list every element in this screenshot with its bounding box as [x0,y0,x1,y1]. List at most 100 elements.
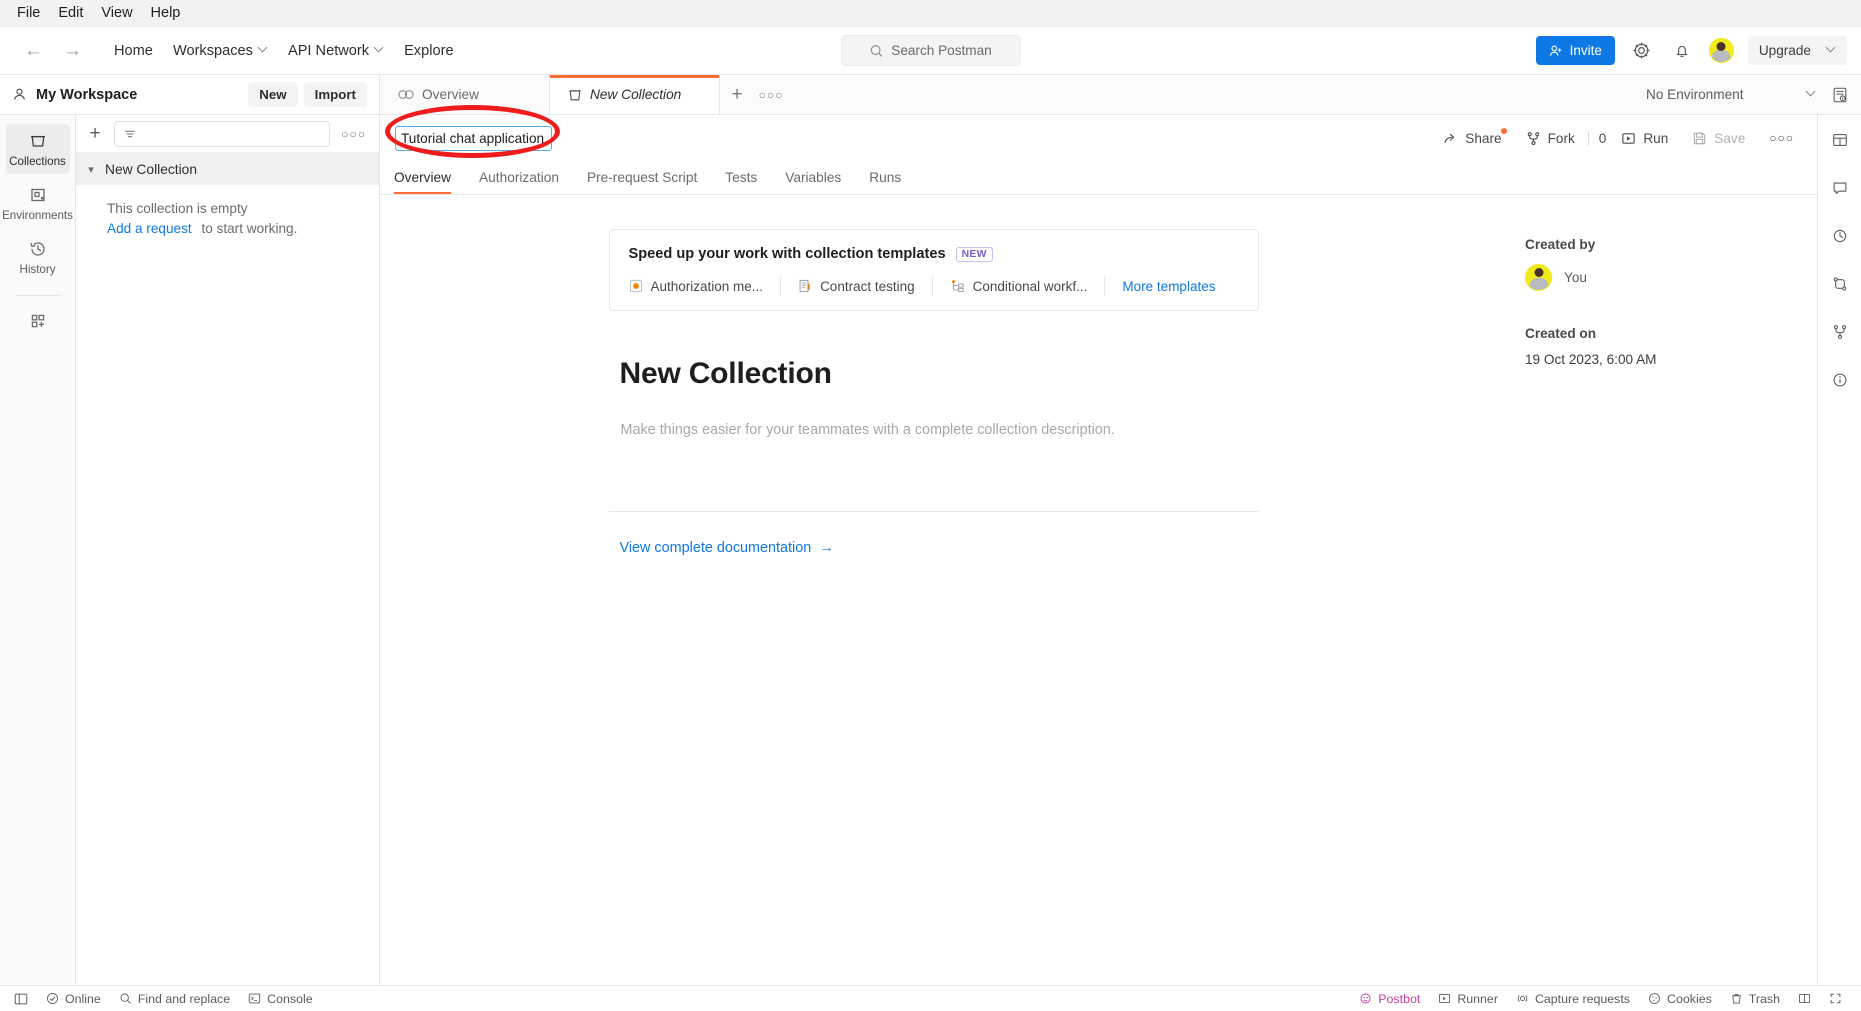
template-contract-testing[interactable]: Contract testing [781,276,933,296]
tab-new-collection[interactable]: New Collection [550,75,720,114]
comments-button[interactable] [1826,174,1854,202]
postbot-button[interactable]: Postbot [1355,992,1429,1006]
new-tab-button[interactable]: + [720,75,754,114]
tab-variables[interactable]: Variables [771,161,855,194]
console-button[interactable]: Console [239,992,321,1006]
sidebar-item-history-label: History [19,263,56,276]
tabs-more-button[interactable]: ○○○ [754,75,788,114]
environment-selected-label: No Environment [1646,87,1744,102]
workspace-header: My Workspace New Import [0,75,380,114]
template-contract-testing-label: Contract testing [820,278,915,294]
status-online[interactable]: Online [37,992,110,1006]
left-icon-rail: Collections Environments History [0,115,76,985]
nav-home[interactable]: Home [104,38,163,64]
layout-button[interactable] [1826,126,1854,154]
new-badge: NEW [955,246,993,262]
runner-button[interactable]: Runner [1429,992,1507,1006]
run-button[interactable]: Run [1612,126,1677,151]
sidebar-toggle-button[interactable] [10,992,37,1006]
nav-explore[interactable]: Explore [394,38,463,64]
sidebar-item-collections[interactable]: Collections [5,124,70,174]
cookies-button[interactable]: Cookies [1639,992,1721,1006]
invite-button[interactable]: Invite [1535,36,1615,65]
arrow-left-icon[interactable]: ← [24,41,43,60]
collection-more-button[interactable]: ○○○ [1760,126,1803,150]
tab-pre-request-script[interactable]: Pre-request Script [573,161,711,194]
add-a-request-link[interactable]: Add a request [107,221,192,236]
user-avatar[interactable] [1708,38,1734,63]
new-button[interactable]: New [248,82,298,107]
code-compare-button[interactable] [1826,270,1854,298]
info-button[interactable] [1826,366,1854,394]
view-complete-documentation-link[interactable]: View complete documentation → [620,540,834,556]
collection-subtabs: Overview Authorization Pre-request Scrip… [380,161,1817,195]
gear-icon [1633,42,1650,59]
template-conditional-workflows[interactable]: Conditional workf... [933,276,1106,296]
tab-authorization-label: Authorization [479,170,559,185]
status-bar: Online Find and replace Console Postbot … [0,985,1861,1011]
search-icon [870,44,883,57]
collection-description-placeholder[interactable]: Make things easier for your teammates wi… [621,422,1259,438]
templates-list: Authorization me... Contract testing Con… [629,276,1239,296]
tab-overview[interactable]: Overview [394,161,465,194]
arrow-right-icon[interactable]: → [63,41,82,60]
template-authorization-methods[interactable]: Authorization me... [629,276,782,296]
history-button[interactable] [1826,222,1854,250]
settings-button[interactable] [1629,38,1655,64]
tab-tests[interactable]: Tests [711,161,771,194]
menu-edit[interactable]: Edit [49,2,92,24]
import-button[interactable]: Import [303,82,367,107]
postbot-label: Postbot [1378,991,1421,1006]
collection-empty-action-line: Add a request to start working. [76,216,379,236]
save-button[interactable]: Save [1683,126,1754,151]
environment-dropdown[interactable]: No Environment [1635,80,1827,110]
menu-help[interactable]: Help [142,2,190,24]
upgrade-button[interactable]: Upgrade [1747,36,1847,65]
sidebar-item-add-modules[interactable] [6,304,70,337]
expand-button[interactable] [1820,992,1851,1005]
nav-api-network[interactable]: API Network [278,38,394,64]
templates-card-header: Speed up your work with collection templ… [629,246,1239,262]
nav-workspaces[interactable]: Workspaces [163,38,278,64]
filter-input[interactable] [114,120,331,147]
tab-authorization[interactable]: Authorization [465,161,573,194]
right-icon-rail [1817,115,1861,985]
share-button[interactable]: Share [1434,126,1510,151]
sidebar-collection-row[interactable]: ▾ New Collection [76,153,379,185]
template-conditional-workflows-label: Conditional workf... [972,278,1088,294]
menu-view[interactable]: View [92,2,141,24]
more-templates-link[interactable]: More templates [1105,279,1215,294]
capture-requests-button[interactable]: Capture requests [1507,992,1639,1006]
collections-more-button[interactable]: ○○○ [338,127,369,141]
trash-label: Trash [1748,991,1780,1006]
environment-quick-look-button[interactable] [1827,82,1853,108]
search-input[interactable]: Search Postman [841,35,1020,66]
notifications-button[interactable] [1669,38,1695,64]
collection-name-input[interactable] [395,125,552,151]
collection-icon [569,89,581,100]
menu-file[interactable]: File [8,2,49,24]
chevron-down-icon[interactable]: ▾ [85,163,97,176]
grid-layout-button[interactable] [1789,992,1820,1005]
chevron-down-icon [375,44,384,53]
cookies-label: Cookies [1667,991,1712,1006]
sidebar-item-history[interactable]: History [6,232,70,282]
nav-explore-label: Explore [404,42,454,59]
tab-runs[interactable]: Runs [855,161,915,194]
create-new-button[interactable]: + [84,124,106,143]
view-documentation-label: View complete documentation [619,540,812,556]
arrow-right-icon: → [819,540,834,556]
filter-icon [125,130,135,137]
tab-overview[interactable]: Overview [380,75,550,114]
sidebar-item-environments[interactable]: Environments [2,178,73,228]
collection-header: Share Fork 0 [380,115,1817,161]
person-icon [14,88,25,100]
search-placeholder: Search Postman [891,43,992,58]
find-and-replace-button[interactable]: Find and replace [110,992,239,1006]
contract-template-icon [799,279,810,293]
fork-branch-button[interactable] [1826,318,1854,346]
trash-button[interactable]: Trash [1721,992,1789,1006]
postbot-icon [1360,993,1371,1004]
tab-runs-label: Runs [869,170,902,185]
fork-button[interactable]: Fork [1517,126,1584,151]
